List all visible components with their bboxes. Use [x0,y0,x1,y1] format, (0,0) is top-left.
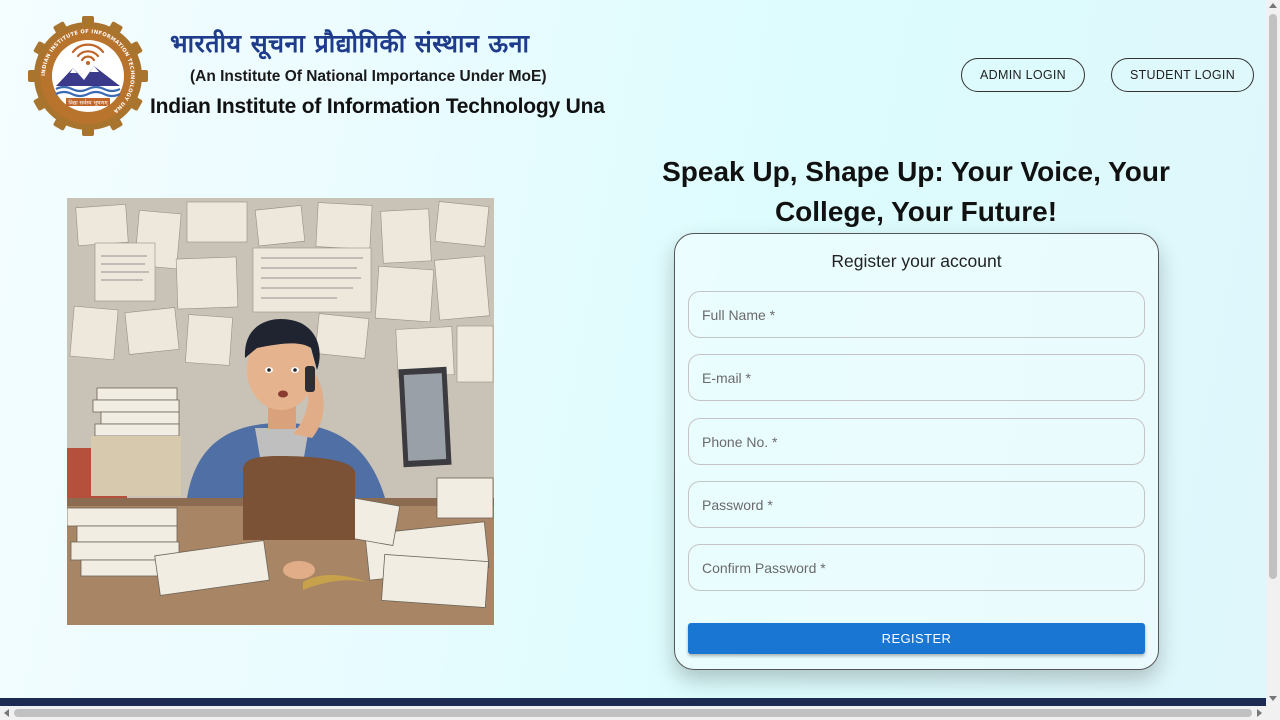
scroll-left-arrow-icon[interactable] [4,709,9,717]
vertical-scrollbar[interactable] [1266,0,1280,706]
vertical-scroll-thumb[interactable] [1269,14,1277,579]
institute-logo: INDIAN INSTITUTE OF INFORMATION TECHNOLO… [28,16,148,136]
institute-subtitle: (An Institute Of National Importance Und… [190,68,547,85]
svg-text:विद्या सर्वस्य भूषणम्: विद्या सर्वस्य भूषणम् [68,100,108,107]
register-button[interactable]: REGISTER [688,623,1145,654]
phone-field[interactable] [688,418,1145,465]
register-form-card: Register your account REGISTER [674,233,1159,670]
institute-name: Indian Institute of Information Technolo… [150,95,605,118]
confirm-password-input[interactable] [700,558,1144,577]
tagline: Speak Up, Shape Up: Your Voice, Your Col… [662,156,1170,227]
full-name-input[interactable] [700,305,1144,324]
scroll-up-arrow-icon[interactable] [1269,3,1277,8]
email-field[interactable] [688,354,1145,401]
password-input[interactable] [700,495,1144,514]
scroll-down-arrow-icon[interactable] [1269,696,1277,701]
horizontal-scrollbar[interactable] [0,706,1280,720]
form-title: Register your account [831,251,1002,271]
student-illustration [67,198,494,625]
email-input[interactable] [700,368,1144,387]
scroll-right-arrow-icon[interactable] [1257,709,1262,717]
horizontal-scroll-thumb[interactable] [14,709,1252,717]
password-field[interactable] [688,481,1145,528]
student-login-button[interactable]: STUDENT LOGIN [1111,58,1254,92]
full-name-field[interactable] [688,291,1145,338]
confirm-password-field[interactable] [688,544,1145,591]
footer-bar [0,698,1266,706]
phone-input[interactable] [700,432,1144,451]
page: INDIAN INSTITUTE OF INFORMATION TECHNOLO… [0,0,1266,698]
hindi-institute-title: भारतीय सूचना प्रौद्योगिकी संस्थान ऊना [170,29,530,58]
admin-login-button[interactable]: ADMIN LOGIN [961,58,1085,92]
